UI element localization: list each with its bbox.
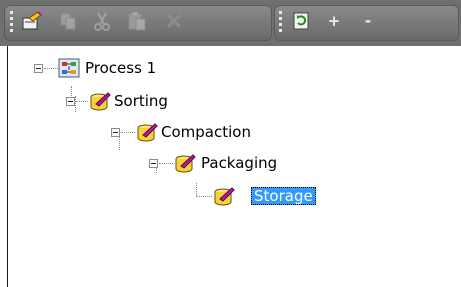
step-icon [137, 123, 158, 142]
collapse-all-button[interactable]: - [356, 9, 380, 33]
tree-connector [159, 163, 173, 165]
tree-node-label: Packaging [201, 154, 278, 172]
refresh-button[interactable] [289, 9, 313, 33]
cut-button[interactable] [90, 9, 114, 33]
delete-button[interactable] [162, 9, 186, 33]
process-icon [58, 58, 80, 78]
tree-node-label: Process 1 [85, 59, 157, 77]
tree-node-label: Sorting [114, 92, 168, 110]
collapse-toggle-icon[interactable] [149, 159, 158, 168]
expand-all-button[interactable]: + [322, 9, 346, 33]
process-tree: Process 1 Sorting Compaction Packaging S… [0, 46, 461, 287]
step-icon [175, 154, 196, 173]
refresh-icon [293, 12, 309, 30]
collapse-toggle-icon[interactable] [111, 128, 120, 137]
collapse-toggle-icon[interactable] [66, 97, 75, 106]
collapse-toggle-icon[interactable] [34, 64, 43, 73]
step-icon [214, 187, 235, 206]
toolbar: + - [0, 0, 461, 46]
collapse-all-label: - [364, 12, 372, 30]
tree-connector [121, 132, 135, 134]
step-icon [90, 92, 111, 111]
tree-connector [76, 101, 88, 103]
tree-connector [44, 68, 58, 70]
toolbar-grip-icon[interactable] [10, 11, 14, 33]
copy-icon [60, 13, 76, 30]
new-node-button[interactable] [20, 9, 44, 33]
tree-node-label-selected: Storage [251, 187, 316, 205]
tree-node-label: Compaction [161, 123, 251, 141]
tree-node-compaction[interactable]: Compaction [0, 121, 260, 143]
tree-node-sorting[interactable]: Sorting [0, 90, 220, 112]
copy-button[interactable] [56, 9, 80, 33]
new-node-icon [22, 11, 42, 30]
cut-icon [94, 12, 110, 31]
tree-node-packaging[interactable]: Packaging [0, 152, 300, 174]
expand-all-label: + [327, 12, 341, 30]
tree-connector [196, 196, 212, 198]
toolbar-grip-icon[interactable] [279, 11, 283, 33]
tree-node-process-1[interactable]: Process 1 [0, 57, 200, 79]
paste-button[interactable] [125, 9, 149, 33]
delete-icon [166, 13, 182, 29]
paste-icon [128, 11, 146, 31]
tree-node-storage[interactable]: Storage [0, 185, 340, 207]
